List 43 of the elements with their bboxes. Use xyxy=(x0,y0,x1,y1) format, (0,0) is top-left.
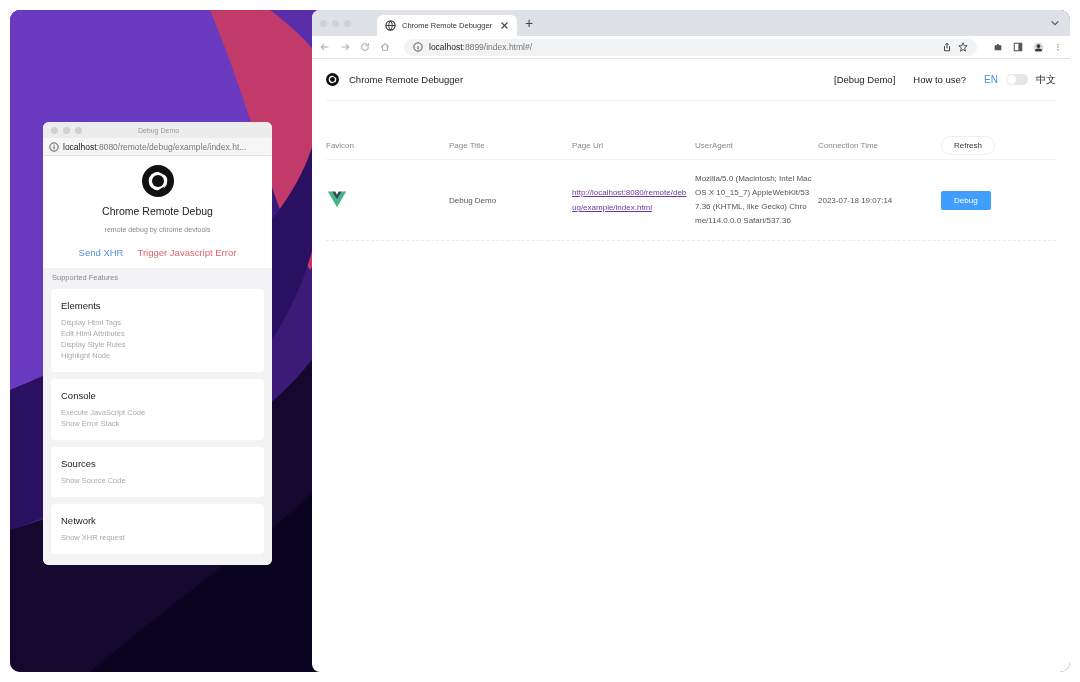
info-icon xyxy=(49,141,59,152)
feature-title: Elements xyxy=(61,300,102,311)
action-link[interactable]: Trigger Javascript Error xyxy=(137,247,237,258)
table-cell-text: 2023-07-18 19:07:14 xyxy=(818,195,894,205)
info-icon xyxy=(413,42,423,52)
feature-title: Console xyxy=(61,390,97,401)
column-header: Favicon xyxy=(326,140,355,150)
v-logo-icon xyxy=(326,189,348,209)
chrome-logo-icon xyxy=(326,73,339,86)
nav-link[interactable]: [Debug Demo] xyxy=(834,74,896,85)
column-header: Connection Time xyxy=(818,140,880,150)
url-text: localhost:8080/remote/debug/example/index.ht... xyxy=(63,141,247,152)
back-icon[interactable] xyxy=(320,42,330,52)
more-icon[interactable] xyxy=(1054,42,1062,52)
profile-icon[interactable] xyxy=(1033,41,1044,53)
chrome-logo-icon xyxy=(141,165,174,197)
action-link[interactable]: Send XHR xyxy=(78,247,124,258)
share-icon[interactable] xyxy=(942,42,952,52)
close-icon[interactable] xyxy=(500,21,509,30)
nav-link[interactable]: How to use? xyxy=(913,74,967,85)
page-url-link[interactable]: http://localhost:8080/remote/debug/example/index.html xyxy=(572,185,689,215)
reload-icon[interactable] xyxy=(360,42,370,52)
home-icon[interactable] xyxy=(380,42,390,52)
forward-icon[interactable] xyxy=(340,42,350,52)
feature-title: Sources xyxy=(61,458,97,469)
column-header: Page Title xyxy=(449,140,486,150)
feature-title: Network xyxy=(61,515,97,526)
address-bar[interactable]: localhost:8899/index.html#/ xyxy=(404,38,977,56)
table-cell-text: Debug Demo xyxy=(449,195,498,205)
star-icon[interactable] xyxy=(958,42,968,52)
new-tab-button[interactable]: + xyxy=(525,15,534,31)
sidebar-icon[interactable] xyxy=(1013,42,1023,52)
refresh-button[interactable]: Refresh xyxy=(941,135,995,155)
app-title: Chrome Remote Debug xyxy=(102,205,213,217)
table-cell-text: Mozilla/5.0 (Macintosh; Intel Mac OS X 10_15_7) AppleWebKit/537.36 (KHTML, like Gecko) Chrome/114.0.0.0 Safari/537.36 xyxy=(695,173,813,227)
url-text: localhost:8899/index.html#/ xyxy=(429,42,533,52)
column-header: Page Url xyxy=(572,140,605,150)
globe-icon xyxy=(385,20,396,31)
app-title: Chrome Remote Debugger xyxy=(349,74,464,85)
column-header: UserAgent xyxy=(695,140,734,150)
language-option[interactable]: 中文 xyxy=(1036,72,1056,87)
language-toggle[interactable] xyxy=(1006,74,1028,85)
chevron-down-icon[interactable] xyxy=(1050,18,1060,28)
